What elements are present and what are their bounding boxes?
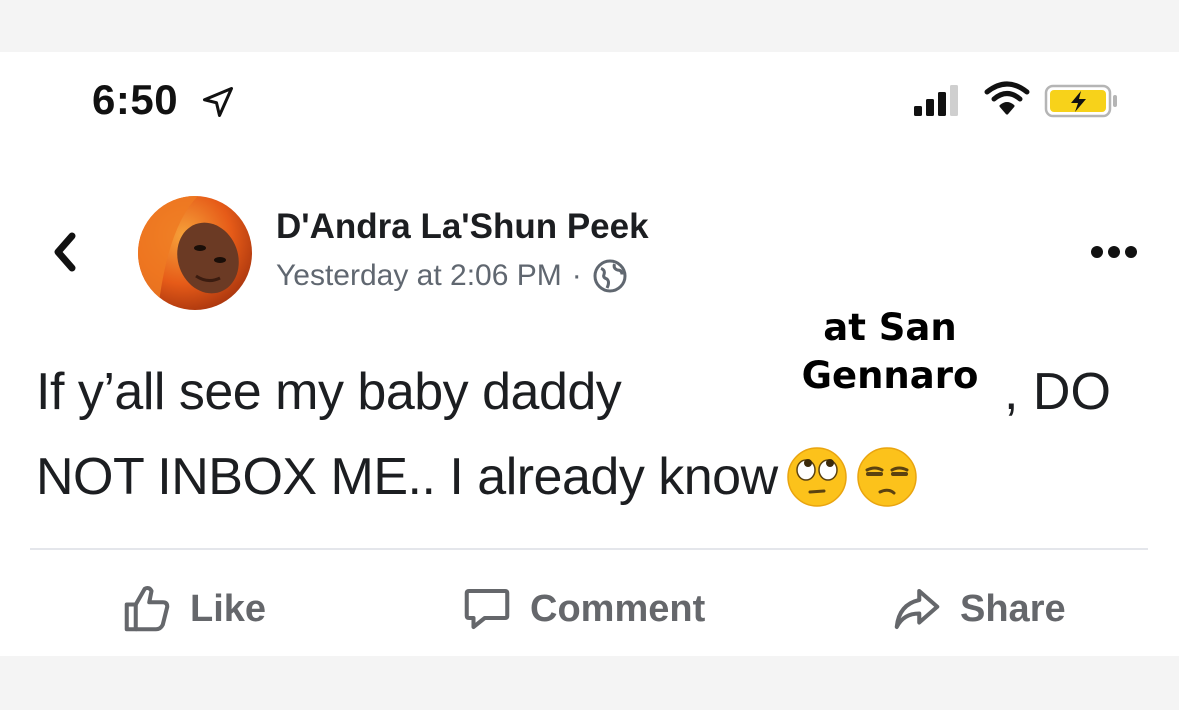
post-text-line-1-end: , DO: [1004, 363, 1111, 421]
divider: [30, 548, 1148, 550]
unamused-emoji-icon: [856, 447, 917, 507]
back-chevron-icon[interactable]: [48, 228, 82, 276]
overlay-line-1: at San: [823, 306, 957, 349]
post-card: [0, 52, 1179, 656]
eye-roll-emoji-icon: [786, 447, 847, 507]
more-options-icon[interactable]: [1089, 244, 1139, 260]
like-label: Like: [190, 587, 267, 630]
meta-separator: ·: [571, 259, 582, 292]
post-timestamp[interactable]: Yesterday at 2:06 PM: [276, 259, 562, 293]
overlay-caption: at San Gennaro: [788, 304, 992, 400]
post-text-line-2: NOT INBOX ME.. I already know: [36, 446, 918, 508]
status-time: 6:50: [92, 76, 179, 123]
share-label: Share: [960, 587, 1066, 630]
battery-charging-icon: [1044, 84, 1117, 118]
share-button[interactable]: Share: [890, 582, 1066, 636]
author-name[interactable]: D'Andra La'Shun Peek: [276, 207, 649, 247]
post-text-line-1: If y’all see my baby daddy: [36, 363, 622, 421]
comment-label: Comment: [530, 587, 706, 630]
location-arrow-icon: [203, 87, 233, 117]
avatar[interactable]: [138, 196, 252, 310]
share-arrow-icon: [894, 588, 940, 630]
wifi-icon: [984, 81, 1030, 115]
post-text-line-2-text: NOT INBOX ME.. I already know: [36, 448, 778, 506]
globe-icon: [593, 259, 627, 293]
comment-button[interactable]: Comment: [460, 582, 705, 636]
post-meta: Yesterday at 2:06 PM ·: [276, 258, 628, 294]
like-button[interactable]: Like: [120, 582, 266, 636]
thumbs-up-icon: [124, 585, 170, 632]
comment-bubble-icon: [464, 588, 510, 630]
overlay-line-2: Gennaro: [801, 354, 979, 397]
signal-icon: [914, 85, 958, 116]
